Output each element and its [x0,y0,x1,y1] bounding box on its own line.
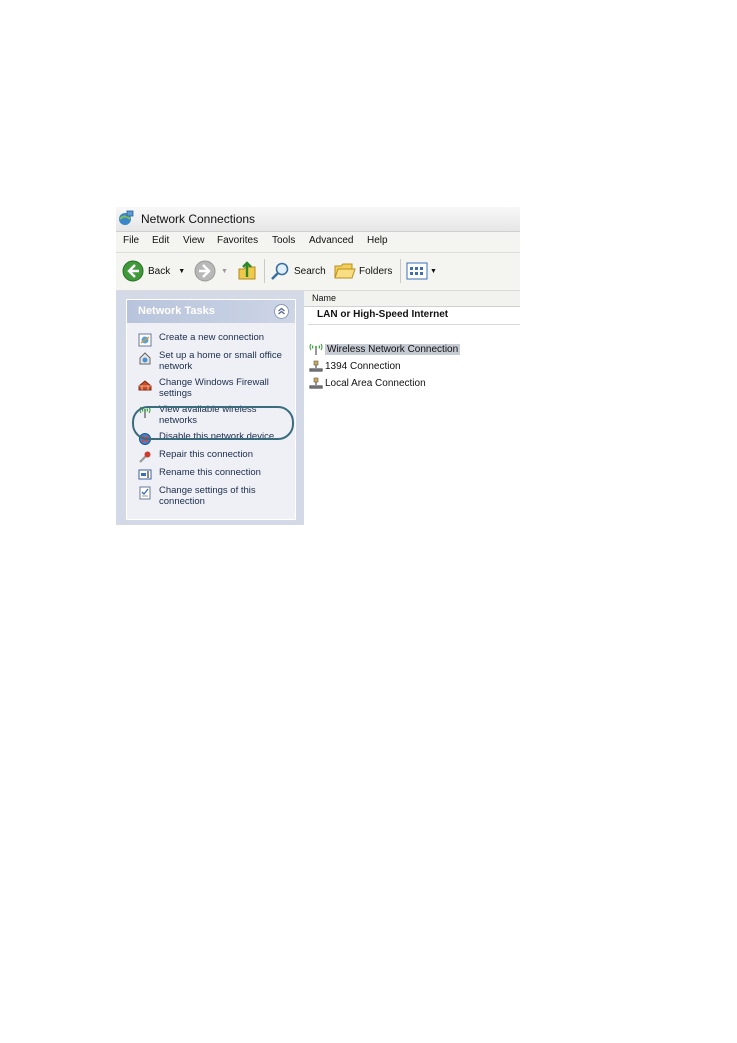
search-button[interactable]: Search [270,260,326,282]
menu-tools[interactable]: Tools [272,235,295,246]
task-setup-home-network[interactable]: Set up a home or small office network [138,350,289,372]
network-plug-icon [309,360,323,372]
menu-file[interactable]: File [123,235,139,246]
wireless-icon [309,343,323,355]
task-repair-connection[interactable]: Repair this connection [138,449,289,464]
menu-view[interactable]: View [183,235,205,246]
menu-favorites[interactable]: Favorites [217,235,258,246]
network-connections-window: Network Connections File Edit View Favor… [116,207,520,525]
column-header-label: Name [312,293,337,303]
folders-label: Folders [359,265,393,277]
highlight-circle [132,406,294,440]
task-label: Set up a home or small office network [159,350,282,372]
connection-label: Local Area Connection [325,377,426,389]
task-label: Repair this connection [159,449,253,460]
menu-edit[interactable]: Edit [152,235,169,246]
window-title: Network Connections [141,212,256,226]
group-header: LAN or High-Speed Internet [317,309,449,320]
views-button[interactable]: ▼ [406,260,437,282]
views-dropdown-icon[interactable]: ▼ [430,268,437,275]
task-rename-connection[interactable]: Rename this connection [138,467,289,482]
home-network-icon [139,352,151,365]
folders-icon [334,263,356,279]
connection-1394[interactable]: 1394 Connection [308,360,401,372]
rename-icon [138,469,152,480]
menu-bar: File Edit View Favorites Tools Advanced … [116,232,520,253]
toolbar-separator [400,259,401,283]
task-label: Change settings of this connection [159,485,256,507]
task-pane: Network Tasks Create a new connection Se… [116,291,304,525]
back-dropdown-icon[interactable]: ▼ [178,268,185,275]
connection-wireless[interactable]: Wireless Network Connection [308,343,461,355]
task-label: Rename this connection [159,467,261,478]
back-button[interactable]: Back ▼ [122,260,185,282]
network-tasks-title: Network Tasks [138,305,215,317]
task-create-new-connection[interactable]: Create a new connection [138,332,289,347]
task-change-settings[interactable]: Change settings of this connection [138,485,289,507]
firewall-icon [138,380,152,391]
menu-advanced[interactable]: Advanced [309,235,353,246]
title-bar[interactable]: Network Connections [116,207,520,232]
column-header-name[interactable]: Name [304,291,520,307]
network-plug-icon [309,377,323,389]
group-divider [308,324,520,325]
network-tasks-panel: Network Tasks Create a new connection Se… [126,299,296,520]
search-label: Search [294,265,326,277]
connection-label: Wireless Network Connection [325,343,461,355]
new-connection-icon [138,333,152,347]
back-label: Back [148,265,171,277]
task-label: Change Windows Firewall settings [159,377,269,399]
task-change-firewall[interactable]: Change Windows Firewall settings [138,377,289,399]
connections-list: Name LAN or High-Speed Internet Wireless… [304,291,520,525]
back-arrow-icon [122,260,144,282]
connection-label: 1394 Connection [325,360,401,372]
network-connections-icon [119,210,134,225]
repair-icon [139,451,151,463]
network-tasks-header[interactable]: Network Tasks [127,300,295,323]
task-label: Create a new connection [159,332,265,343]
toolbar-separator [264,259,265,283]
connection-local-area[interactable]: Local Area Connection [308,377,426,389]
up-folder-icon [238,261,256,280]
collapse-chevron-icon[interactable] [274,304,289,319]
folders-button[interactable]: Folders [334,260,392,282]
search-icon [271,262,289,280]
forward-button[interactable]: ▼ [194,260,228,282]
up-folder-button[interactable] [236,260,258,282]
toolbar: Back ▼ ▼ Search Folders ▼ [116,253,520,291]
views-icon [406,262,428,280]
forward-arrow-icon [194,260,216,282]
settings-icon [139,486,151,500]
forward-dropdown-icon[interactable]: ▼ [221,268,228,275]
menu-help[interactable]: Help [367,235,388,246]
